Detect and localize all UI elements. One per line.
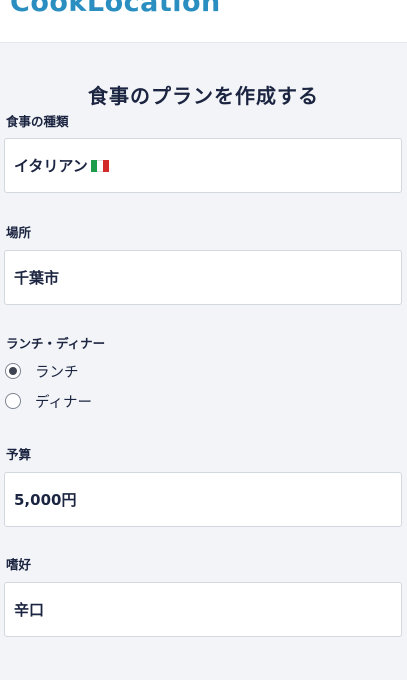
brand-logo[interactable]: CookLocation bbox=[10, 0, 221, 18]
location-value: 千葉市 bbox=[14, 269, 60, 287]
radio-selected-dot bbox=[9, 367, 17, 375]
location-label: 場所 bbox=[6, 225, 32, 240]
radio-dinner[interactable]: ディナー bbox=[5, 390, 92, 412]
radio-lunch-label: ランチ bbox=[35, 364, 79, 381]
budget-input[interactable]: 5,000円 bbox=[4, 472, 402, 527]
radio-dinner-circle[interactable] bbox=[5, 393, 21, 409]
italy-flag-icon bbox=[90, 159, 109, 172]
budget-value: 5,000円 bbox=[14, 491, 77, 509]
cuisine-label: 食事の種類 bbox=[6, 114, 69, 129]
meal-time-label: ランチ・ディナー bbox=[6, 336, 106, 351]
cuisine-value: イタリアン bbox=[14, 157, 88, 175]
preference-label: 嗜好 bbox=[6, 557, 32, 572]
app-header: CookLocation bbox=[0, 0, 407, 43]
radio-lunch[interactable]: ランチ bbox=[5, 360, 79, 382]
budget-label: 予算 bbox=[6, 447, 32, 462]
preference-value: 辛口 bbox=[14, 601, 45, 619]
cuisine-input[interactable]: イタリアン bbox=[4, 138, 402, 193]
preference-input[interactable]: 辛口 bbox=[4, 582, 402, 637]
page-title: 食事のプランを作成する bbox=[88, 84, 319, 108]
location-input[interactable]: 千葉市 bbox=[4, 250, 402, 305]
radio-dinner-label: ディナー bbox=[35, 394, 92, 411]
radio-lunch-circle[interactable] bbox=[5, 363, 21, 379]
